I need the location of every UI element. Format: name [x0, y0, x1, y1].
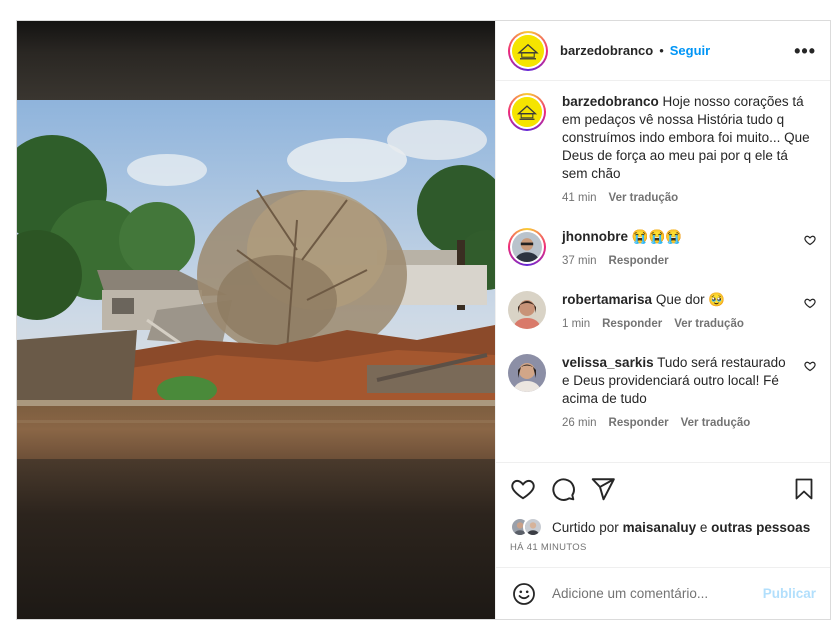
more-options-icon[interactable]: •••	[794, 42, 816, 60]
translate-link[interactable]: Ver tradução	[674, 318, 744, 330]
reply-button[interactable]: Responder	[602, 318, 662, 330]
comment-body: Que dor 🥹	[655, 292, 726, 307]
comment-text: robertamarisa Que dor 🥹	[562, 291, 790, 309]
comment-meta: 26 min Responder Ver tradução	[562, 417, 790, 429]
instagram-post: barzedobranco • Seguir ••• barzedobranco…	[16, 20, 831, 620]
post-photo	[17, 100, 495, 459]
comment-item: velissa_sarkis Tudo será restaurado e De…	[508, 354, 816, 429]
caption: barzedobranco Hoje nosso corações tá em …	[508, 93, 816, 204]
comment-avatar[interactable]	[508, 354, 546, 392]
comment-time: 26 min	[562, 417, 597, 429]
comment-time: 1 min	[562, 318, 591, 330]
comment-meta: 37 min Responder	[562, 255, 790, 267]
comment-username[interactable]: jhonnobre	[562, 229, 628, 244]
comment-username[interactable]: velissa_sarkis	[562, 355, 654, 370]
liker-avatars	[510, 517, 550, 537]
user-photo-icon	[508, 354, 546, 392]
comment-item: robertamarisa Que dor 🥹 1 min Responder …	[508, 291, 816, 330]
caption-text: barzedobranco Hoje nosso corações tá em …	[562, 93, 812, 183]
caption-time: 41 min	[562, 192, 597, 204]
barzedobranco-logo-icon	[512, 34, 544, 67]
liked-by-conj: e	[699, 519, 708, 535]
user-photo-icon	[508, 291, 546, 329]
liked-by-prefix: Curtido por	[552, 519, 619, 535]
comment-text: velissa_sarkis Tudo será restaurado e De…	[562, 354, 790, 408]
user-photo-icon	[512, 232, 542, 262]
smile-icon[interactable]	[512, 582, 536, 606]
post-side-panel: barzedobranco • Seguir ••• barzedobranco…	[495, 21, 830, 619]
comment-avatar[interactable]	[508, 228, 546, 266]
reply-button[interactable]: Responder	[609, 417, 669, 429]
share-send-icon[interactable]	[590, 476, 616, 502]
follow-button[interactable]: Seguir	[670, 43, 710, 58]
comment-item: jhonnobre 😭😭😭 37 min Responder	[508, 228, 816, 267]
header-separator: •	[659, 43, 664, 58]
author-username[interactable]: barzedobranco	[560, 43, 653, 58]
action-icons	[510, 475, 816, 503]
caption-translate-link[interactable]: Ver tradução	[609, 192, 679, 204]
posted-time: HÁ 41 MINUTOS	[510, 542, 587, 553]
media-blur-top	[17, 21, 495, 101]
caption-meta: 41 min Ver tradução	[562, 192, 812, 204]
caption-avatar[interactable]	[508, 93, 546, 131]
like-comment-heart-icon[interactable]	[804, 297, 816, 309]
author-avatar[interactable]	[508, 30, 548, 71]
media-blur-bottom	[17, 459, 495, 619]
comment-bubble-icon[interactable]	[550, 476, 576, 502]
comments-list[interactable]: barzedobranco Hoje nosso corações tá em …	[496, 81, 830, 462]
caption-username[interactable]: barzedobranco	[562, 94, 659, 109]
post-actions: Curtido por maisanaluy e outras pessoas …	[496, 462, 830, 553]
comment-body: 😭😭😭	[631, 229, 683, 244]
translate-link[interactable]: Ver tradução	[681, 417, 751, 429]
publish-button[interactable]: Publicar	[763, 586, 816, 601]
post-header: barzedobranco • Seguir •••	[496, 21, 830, 81]
liked-by-user[interactable]: maisanaluy	[623, 520, 697, 535]
comment-text: jhonnobre 😭😭😭	[562, 228, 790, 246]
comment-meta: 1 min Responder Ver tradução	[562, 318, 790, 330]
like-comment-heart-icon[interactable]	[804, 234, 816, 246]
like-heart-icon[interactable]	[510, 476, 536, 502]
liker-avatar-icon	[523, 517, 543, 537]
save-bookmark-icon[interactable]	[792, 476, 816, 502]
comment-time: 37 min	[562, 255, 597, 267]
like-comment-heart-icon[interactable]	[804, 360, 816, 372]
post-media[interactable]	[17, 21, 495, 619]
liked-by-others[interactable]: outras pessoas	[711, 520, 810, 535]
add-comment-bar: Publicar	[496, 567, 830, 619]
barzedobranco-logo-icon	[512, 97, 542, 127]
comment-input[interactable]	[552, 586, 763, 601]
likes-summary[interactable]: Curtido por maisanaluy e outras pessoas	[510, 517, 816, 537]
comment-username[interactable]: robertamarisa	[562, 292, 652, 307]
comment-avatar[interactable]	[508, 291, 546, 329]
reply-button[interactable]: Responder	[609, 255, 669, 267]
